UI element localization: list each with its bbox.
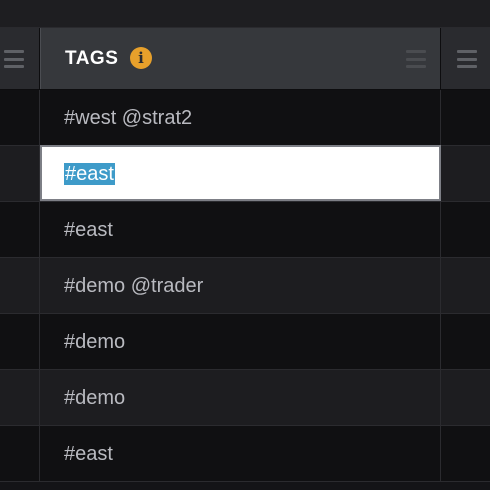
grid-top-strip	[0, 0, 490, 28]
tag-cell[interactable]: #demo	[40, 314, 441, 369]
row-cell-left[interactable]	[0, 90, 40, 145]
row-cell-right[interactable]	[441, 146, 490, 201]
row-cell-right[interactable]	[441, 314, 490, 369]
column-menu-icon[interactable]	[457, 50, 477, 68]
tag-cell-text: #west @strat2	[64, 107, 193, 129]
table-row[interactable]: #east	[0, 426, 490, 482]
header-cell-right[interactable]	[441, 28, 490, 89]
tag-edit-input-selection[interactable]: #east	[64, 163, 115, 185]
tag-cell[interactable]: #east	[40, 202, 441, 257]
row-cell-left[interactable]	[0, 370, 40, 425]
tag-cell-text: #demo	[64, 387, 126, 409]
tag-cell[interactable]: #demo @trader	[40, 258, 441, 313]
row-cell-right[interactable]	[441, 426, 490, 481]
tag-cell-text: #demo @trader	[64, 275, 204, 297]
table-row[interactable]: #east	[0, 145, 490, 202]
tag-cell[interactable]: #west @strat2	[40, 90, 441, 145]
grid-body: #west @strat2 #east #east #demo @trader #dem…	[0, 90, 490, 482]
table-row[interactable]: #demo	[0, 314, 490, 370]
info-icon[interactable]: i	[130, 47, 152, 69]
table-row[interactable]: #demo	[0, 370, 490, 426]
row-cell-right[interactable]	[441, 258, 490, 313]
table-row[interactable]: #demo @trader	[0, 258, 490, 314]
header-cell-left[interactable]	[0, 28, 40, 89]
row-cell-left[interactable]	[0, 258, 40, 313]
row-cell-right[interactable]	[441, 202, 490, 257]
table-row[interactable]: #east	[0, 202, 490, 258]
tag-cell-text: #demo	[64, 331, 126, 353]
row-cell-left[interactable]	[0, 314, 40, 369]
table-row[interactable]: #west @strat2	[0, 90, 490, 146]
tag-cell-text: #east	[64, 443, 113, 465]
grid-header-row: TAGS i	[0, 28, 490, 90]
row-cell-left[interactable]	[0, 146, 40, 201]
row-cell-right[interactable]	[441, 370, 490, 425]
tag-cell[interactable]: #east	[40, 426, 441, 481]
data-grid: TAGS i #west @strat2 #east #east #demo @tra…	[0, 0, 490, 490]
column-title: TAGS	[65, 48, 119, 69]
row-cell-left[interactable]	[0, 426, 40, 481]
row-cell-left[interactable]	[0, 202, 40, 257]
row-cell-right[interactable]	[441, 90, 490, 145]
column-menu-icon[interactable]	[406, 50, 426, 68]
tag-cell-text: #east	[64, 219, 113, 241]
tag-cell-editor[interactable]: #east	[40, 145, 441, 201]
header-cell-tags[interactable]: TAGS i	[40, 28, 441, 89]
tag-cell[interactable]: #demo	[40, 370, 441, 425]
column-menu-icon[interactable]	[4, 50, 24, 68]
